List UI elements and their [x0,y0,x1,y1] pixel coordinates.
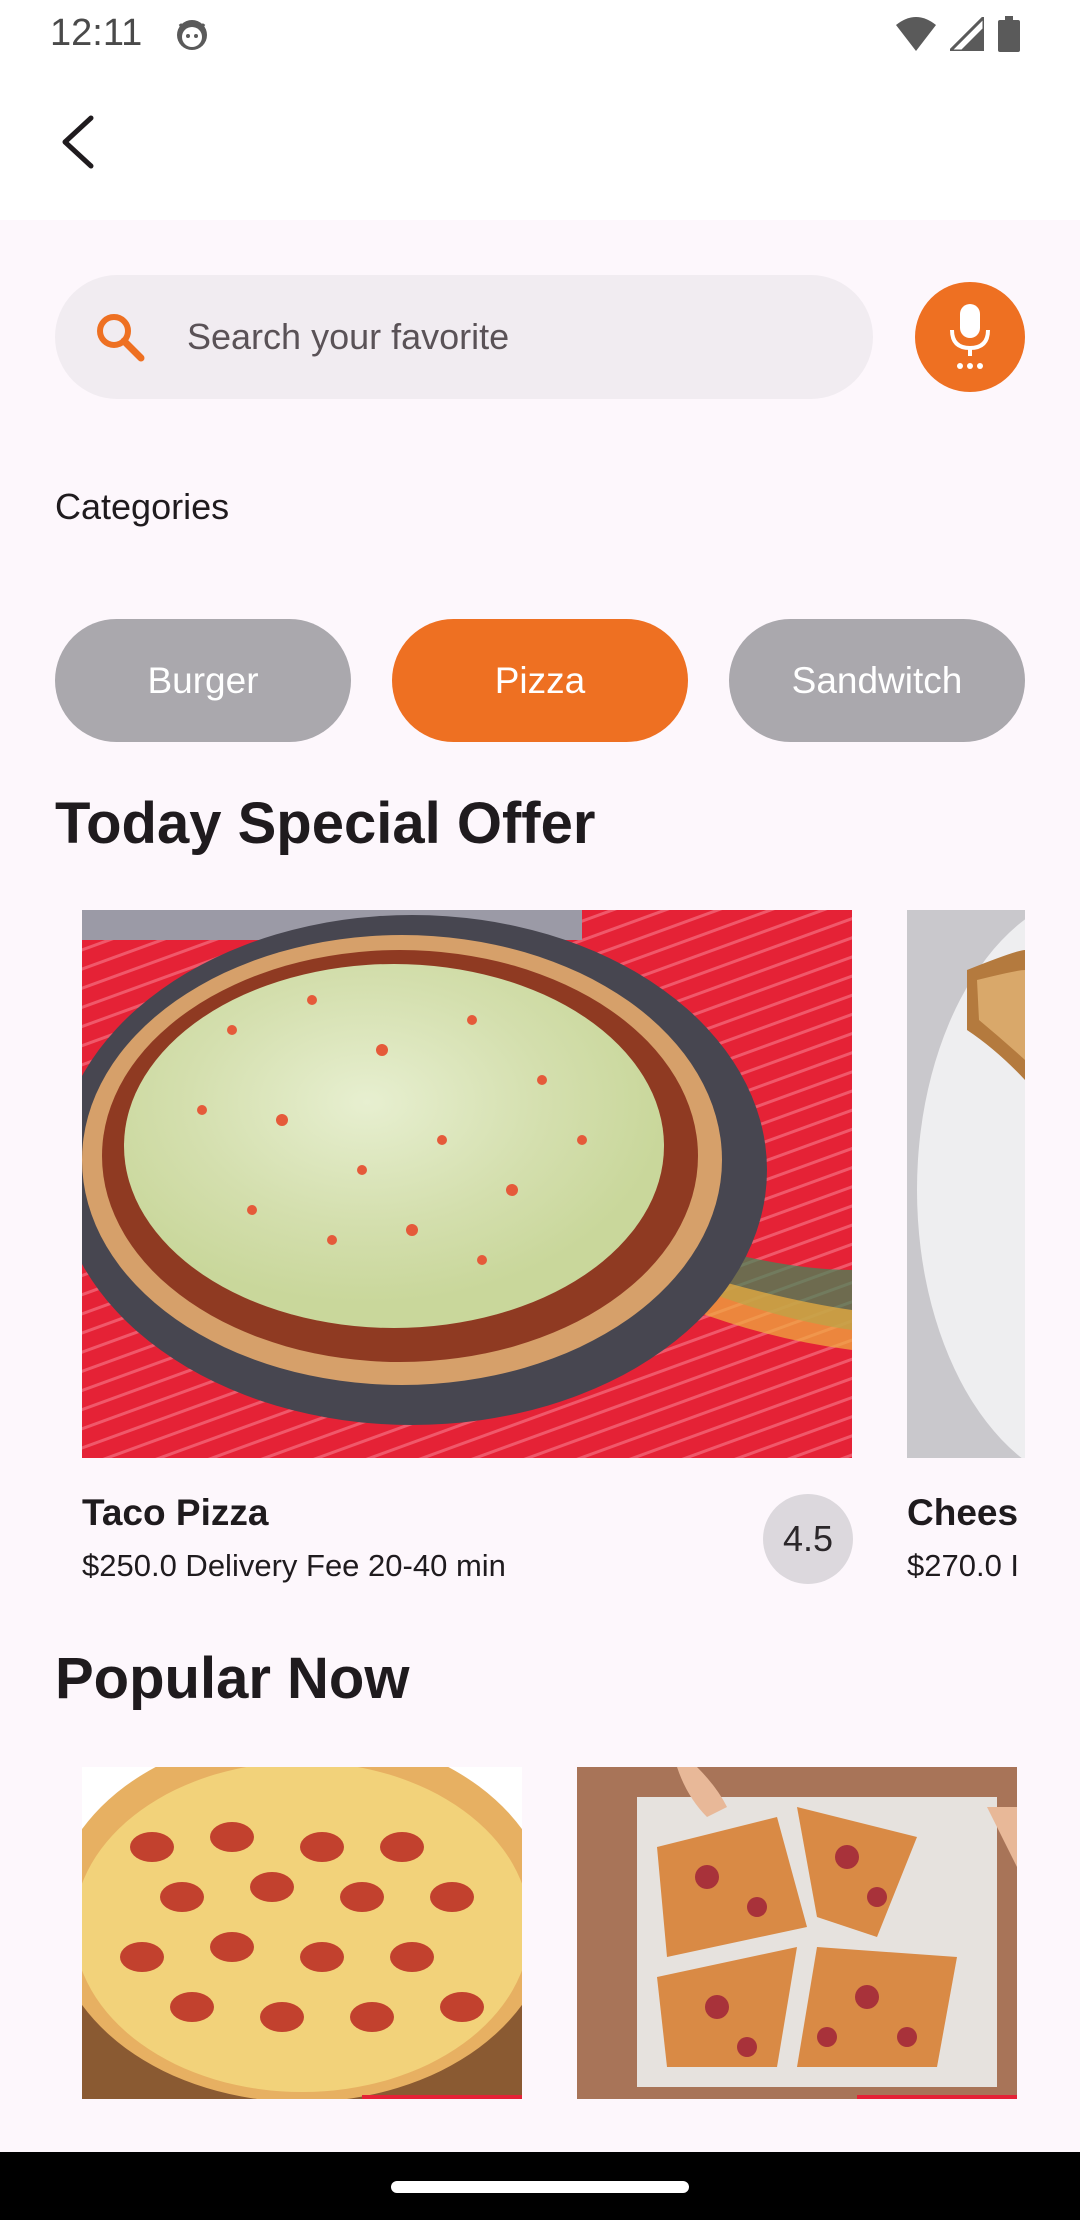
popular-item-pepperoni[interactable] [82,1767,522,2099]
offer-card-peek[interactable]: Chees $270.0 I [907,900,1025,1600]
voice-search-button[interactable] [915,282,1025,392]
offer-card-meta: $270.0 I [907,1548,1020,1583]
taco-pizza-image[interactable] [82,910,852,1458]
cheese-item-image [907,910,1025,1458]
rating-badge: 4.5 [763,1494,853,1584]
categories-title: Categories [55,486,230,527]
taco-pizza-photo [82,910,852,1458]
offer-card-meta: $250.0 Delivery Fee 20-40 min [82,1548,506,1583]
battery-icon [998,16,1020,52]
microphone-icon [950,304,990,369]
back-button[interactable] [44,109,110,175]
special-offer-title: Today Special Offer [55,791,596,856]
notification-face-icon [177,20,207,50]
signal-icon [950,17,984,51]
wifi-icon [896,17,936,51]
pepperoni-pizza-image [82,1767,522,2099]
system-navigation-bar [0,2152,1080,2220]
status-bar: 12:11 [0,0,1080,64]
home-indicator[interactable] [391,2181,689,2193]
category-chip-burger[interactable]: Burger [55,619,351,742]
back-arrow-icon [62,115,94,169]
popular-item-sliced[interactable] [577,1767,1017,2099]
status-icons [896,14,1020,54]
offer-card-name: Taco Pizza [82,1492,269,1533]
category-chip-pizza[interactable]: Pizza [392,619,688,742]
search-input[interactable] [187,275,847,399]
status-time: 12:11 [50,12,143,54]
search-icon [97,314,145,362]
offer-card-name: Chees [907,1492,1019,1533]
popular-now-title: Popular Now [55,1646,410,1711]
sliced-pizza-image [577,1767,1017,2099]
category-chip-sandwitch[interactable]: Sandwitch [729,619,1025,742]
search-bar[interactable] [55,275,873,399]
app-bar [0,64,1080,220]
